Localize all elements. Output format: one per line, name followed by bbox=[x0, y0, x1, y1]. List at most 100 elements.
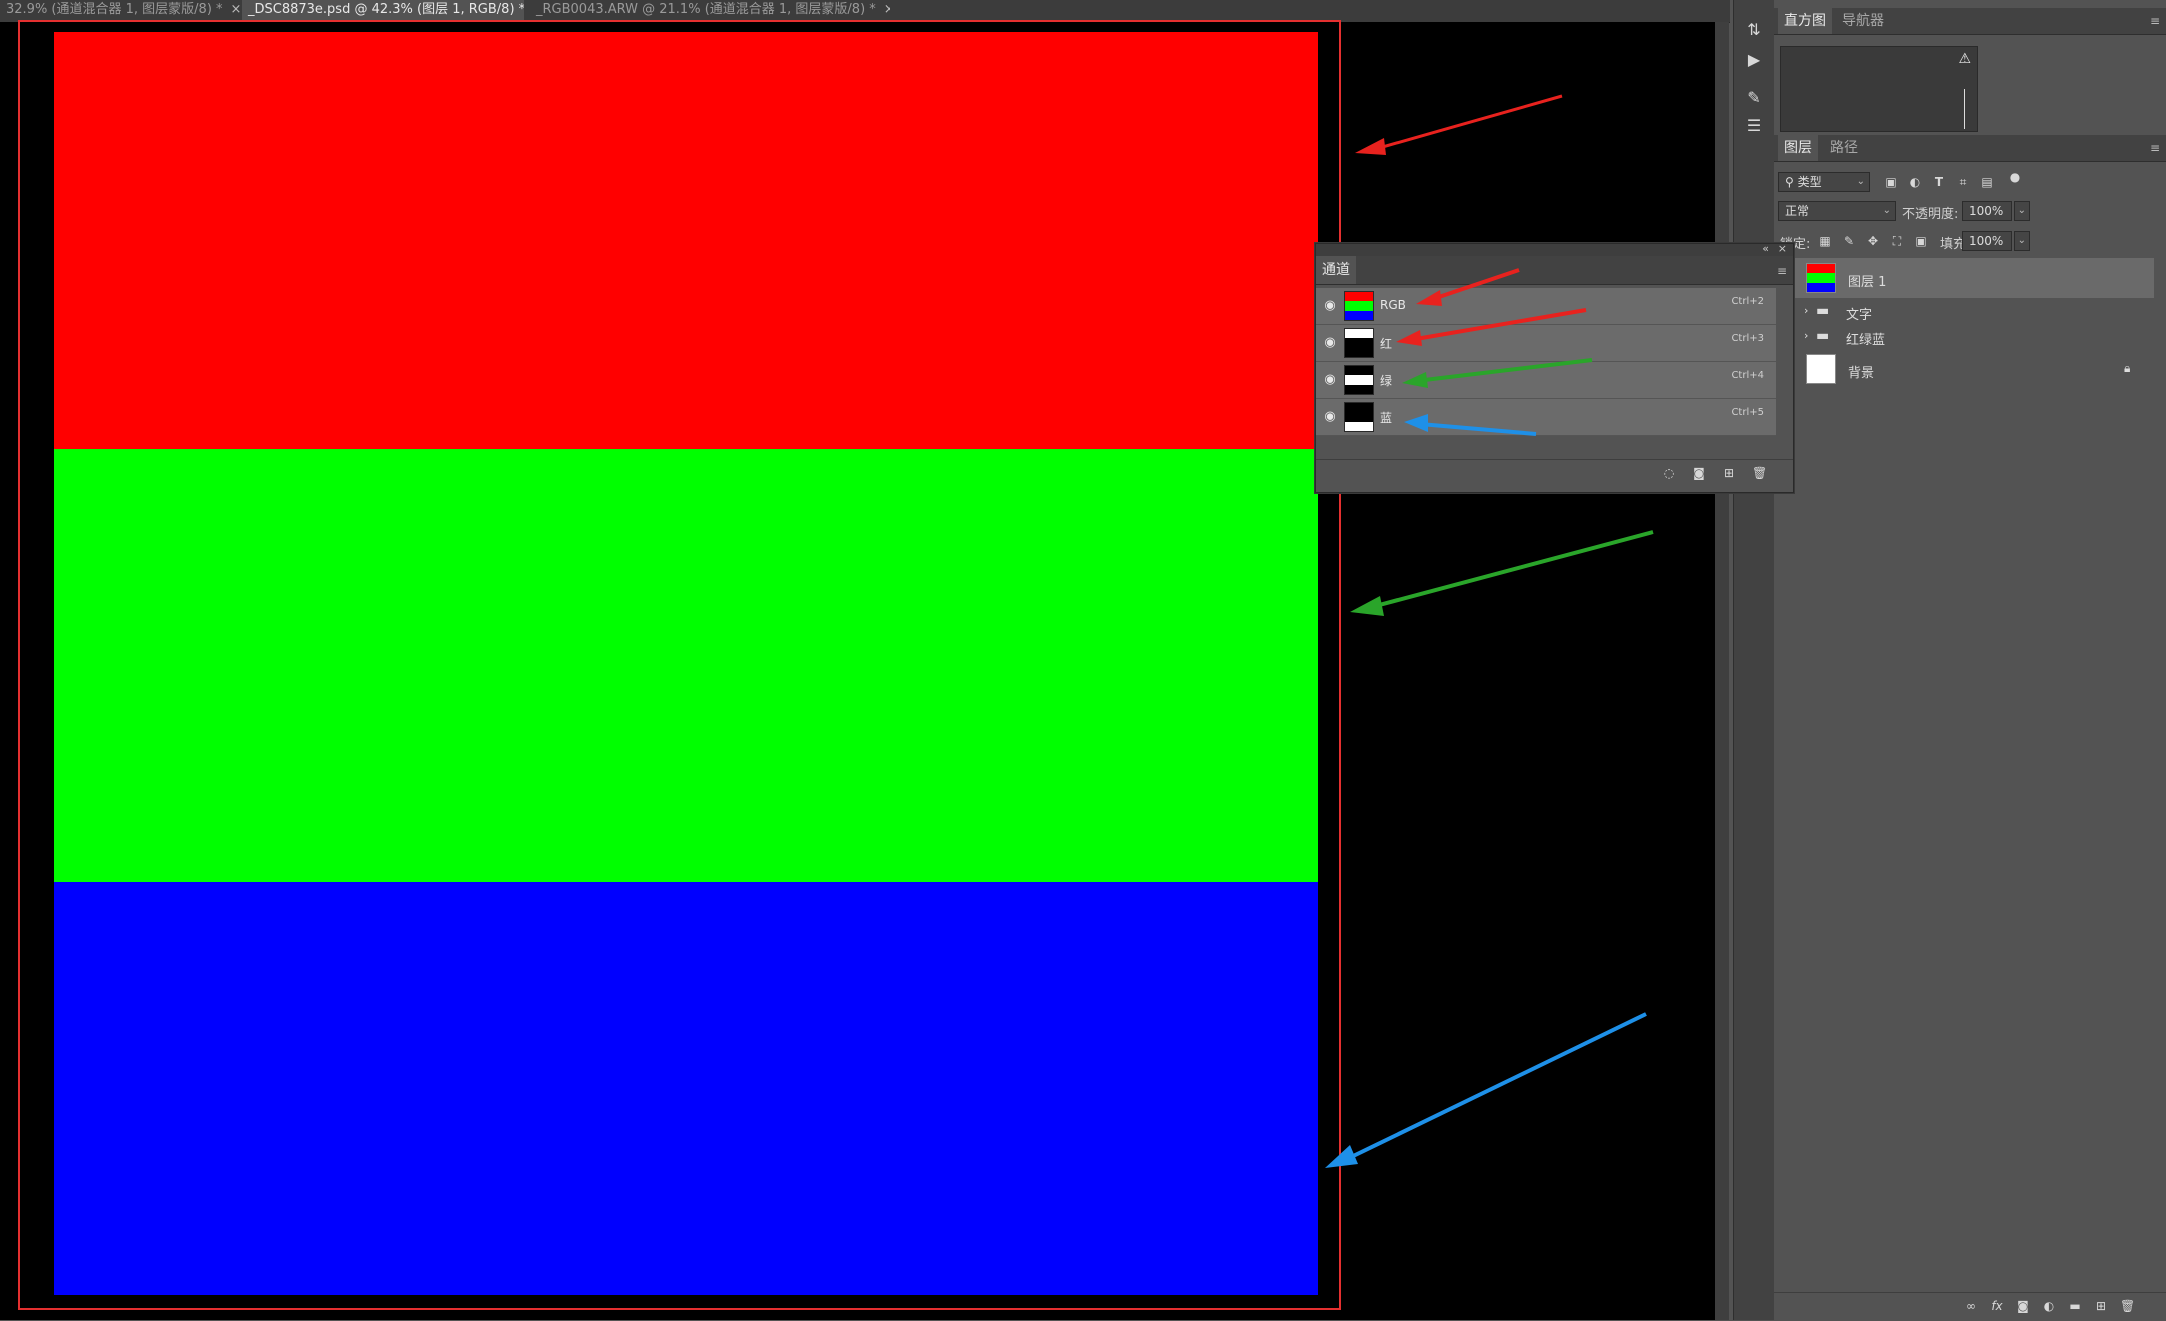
panel-menu-icon[interactable]: ≡ bbox=[1777, 264, 1787, 278]
tab-paths[interactable]: 路径 bbox=[1824, 135, 1864, 161]
type-filter-icon[interactable]: T bbox=[1932, 175, 1946, 189]
eye-icon[interactable]: ◉ bbox=[1322, 372, 1338, 387]
blend-mode-select[interactable]: 正常 ⌄ bbox=[1778, 201, 1896, 221]
close-icon[interactable]: × bbox=[231, 2, 240, 17]
smart-object-filter-icon[interactable]: ▤ bbox=[1980, 175, 1994, 189]
warning-icon[interactable]: ⚠ bbox=[1958, 51, 1971, 67]
layer-filter-select[interactable]: ⚲ 类型 ⌄ bbox=[1778, 172, 1870, 192]
close-icon[interactable]: × bbox=[1778, 242, 1787, 255]
collapse-icon[interactable]: « bbox=[1762, 242, 1769, 255]
channel-row-blue[interactable]: ◉ 蓝 Ctrl+5 bbox=[1316, 399, 1776, 436]
blend-mode-value: 正常 bbox=[1785, 204, 1810, 218]
fill-input[interactable]: 100% bbox=[1962, 231, 2012, 251]
tab-label: 32.9% (通道混合器 1, 图层蒙版/8) * bbox=[6, 2, 223, 17]
fill-dropdown[interactable]: ⌄ bbox=[2014, 231, 2030, 251]
pixel-filter-icon[interactable]: ▣ bbox=[1884, 175, 1898, 189]
layer-row-layer1[interactable]: 图层 1 bbox=[1774, 258, 2154, 298]
folder-icon[interactable]: ▬ bbox=[2068, 1299, 2082, 1313]
opacity-input[interactable]: 100% bbox=[1962, 201, 2012, 221]
layer-row-background[interactable]: 背景 🔒︎ bbox=[1774, 350, 2154, 388]
chevron-right-icon[interactable]: › bbox=[1804, 304, 1808, 317]
close-icon[interactable]: × bbox=[884, 2, 890, 17]
fill-value: 100% bbox=[1969, 234, 2004, 248]
document-tab-2[interactable]: _DSC8873e.psd @ 42.3% (图层 1, RGB/8) *× bbox=[242, 0, 524, 22]
histogram-line bbox=[1964, 89, 1965, 129]
fx-icon[interactable]: fx bbox=[1990, 1299, 2004, 1313]
layer-row-text-group[interactable]: › ▬ 文字 bbox=[1774, 300, 2154, 324]
channel-name: RGB bbox=[1380, 298, 1406, 312]
folder-icon: ▬ bbox=[1816, 303, 1830, 319]
tab-layers[interactable]: 图层 bbox=[1778, 135, 1818, 161]
new-channel-icon[interactable]: ⊞ bbox=[1722, 466, 1736, 480]
adjustments-icon[interactable]: ☰ bbox=[1744, 116, 1764, 136]
tab-label: _DSC8873e.psd @ 42.3% (图层 1, RGB/8) * bbox=[248, 2, 524, 17]
eye-icon[interactable]: ◉ bbox=[1322, 409, 1338, 424]
lock-artboard-icon[interactable]: ⛶ bbox=[1890, 234, 1904, 248]
channel-name: 蓝 bbox=[1380, 411, 1393, 425]
tab-channels[interactable]: 通道 bbox=[1316, 256, 1356, 284]
lock-transparent-icon[interactable]: ▦ bbox=[1818, 234, 1832, 248]
load-selection-icon[interactable]: ◌ bbox=[1662, 466, 1676, 480]
new-layer-icon[interactable]: ⊞ bbox=[2094, 1299, 2108, 1313]
channel-shortcut: Ctrl+2 bbox=[1731, 296, 1764, 307]
panel-menu-icon[interactable]: ≡ bbox=[2150, 141, 2160, 155]
channel-row-red[interactable]: ◉ 红 Ctrl+3 bbox=[1316, 325, 1776, 362]
search-icon: ⚲ bbox=[1785, 175, 1798, 189]
save-selection-icon[interactable]: ◙ bbox=[1692, 466, 1706, 480]
mask-icon[interactable]: ◙ bbox=[2016, 1299, 2030, 1313]
annotation-outline bbox=[18, 20, 1341, 1310]
vertical-scrollbar[interactable] bbox=[1715, 22, 1729, 1320]
layer-thumbnail bbox=[1806, 263, 1836, 293]
channel-thumbnail bbox=[1344, 365, 1374, 395]
channel-row-rgb[interactable]: ◉ RGB Ctrl+2 bbox=[1316, 288, 1776, 325]
tab-histogram[interactable]: 直方图 bbox=[1778, 8, 1832, 34]
channels-panel-titlebar[interactable]: « × bbox=[1316, 242, 1793, 256]
layers-tabs: 图层 路径 ≡ bbox=[1774, 135, 2166, 162]
lock-position-icon[interactable]: ✥ bbox=[1866, 234, 1880, 248]
document-tab-3[interactable]: _RGB0043.ARW @ 21.1% (通道混合器 1, 图层蒙版/8) *… bbox=[530, 0, 890, 22]
chevron-down-icon: ⌄ bbox=[2017, 205, 2026, 216]
channel-thumbnail bbox=[1344, 328, 1374, 358]
document-tab-1[interactable]: 32.9% (通道混合器 1, 图层蒙版/8) * × bbox=[0, 0, 240, 22]
opacity-value: 100% bbox=[1969, 204, 2004, 218]
trash-icon[interactable]: 🗑︎ bbox=[2120, 1299, 2135, 1313]
panel-tool-strip: ⇅ ▶ ✎ ☰ bbox=[1733, 0, 1775, 1320]
opacity-dropdown[interactable]: ⌄ bbox=[2014, 201, 2030, 221]
eye-icon[interactable]: ◉ bbox=[1322, 335, 1338, 350]
right-panel-dock: 直方图 导航器 ≡ ⚠ 图层 路径 ≡ ⚲ 类型 ⌄ ▣ ◐ T ⌗ ▤ ● 正常… bbox=[1774, 0, 2166, 1320]
histogram-tabs: 直方图 导航器 ≡ bbox=[1774, 8, 2166, 35]
trash-icon[interactable]: 🗑︎ bbox=[1752, 466, 1767, 480]
chevron-down-icon: ⌄ bbox=[2017, 235, 2026, 246]
history-icon[interactable]: ⇅ bbox=[1744, 20, 1764, 40]
layer-row-rgb-group[interactable]: › ▬ 红绿蓝 bbox=[1774, 325, 2154, 349]
channel-name: 红 bbox=[1380, 337, 1393, 351]
adjustment-icon[interactable]: ◐ bbox=[2042, 1299, 2056, 1313]
lock-pixels-icon[interactable]: ✎ bbox=[1842, 234, 1856, 248]
layer-name: 红绿蓝 bbox=[1846, 333, 1886, 348]
channel-shortcut: Ctrl+5 bbox=[1731, 407, 1764, 418]
channel-shortcut: Ctrl+3 bbox=[1731, 333, 1764, 344]
play-icon[interactable]: ▶ bbox=[1744, 50, 1764, 70]
layer-name: 文字 bbox=[1846, 308, 1873, 323]
panel-menu-icon[interactable]: ≡ bbox=[2150, 14, 2160, 28]
channel-row-green[interactable]: ◉ 绿 Ctrl+4 bbox=[1316, 362, 1776, 399]
adjustment-filter-icon[interactable]: ◐ bbox=[1908, 175, 1922, 189]
channel-thumbnail bbox=[1344, 402, 1374, 432]
lock-icon: 🔒︎ bbox=[2124, 361, 2131, 375]
chevron-down-icon: ⌄ bbox=[1856, 176, 1865, 187]
channels-panel: « × 通道 ≡ ◉ RGB Ctrl+2 ◉ 红 Ctrl+3 ◉ 绿 Ctr… bbox=[1315, 242, 1794, 493]
channel-name: 绿 bbox=[1380, 374, 1393, 388]
link-icon[interactable]: ∞ bbox=[1964, 1299, 1978, 1313]
tab-navigator[interactable]: 导航器 bbox=[1836, 8, 1890, 34]
folder-icon: ▬ bbox=[1816, 328, 1830, 344]
eye-icon[interactable]: ◉ bbox=[1322, 298, 1338, 313]
layer-name: 背景 bbox=[1848, 366, 1875, 381]
chevron-down-icon: ⌄ bbox=[1882, 205, 1891, 216]
channel-shortcut: Ctrl+4 bbox=[1731, 370, 1764, 381]
shape-filter-icon[interactable]: ⌗ bbox=[1956, 175, 1970, 189]
filter-toggle-icon[interactable]: ● bbox=[2008, 170, 2022, 184]
channels-footer: ◌ ◙ ⊞ 🗑︎ bbox=[1316, 459, 1793, 488]
brush-icon[interactable]: ✎ bbox=[1744, 88, 1764, 108]
chevron-right-icon[interactable]: › bbox=[1804, 329, 1808, 342]
lock-all-icon[interactable]: ▣ bbox=[1914, 234, 1928, 248]
